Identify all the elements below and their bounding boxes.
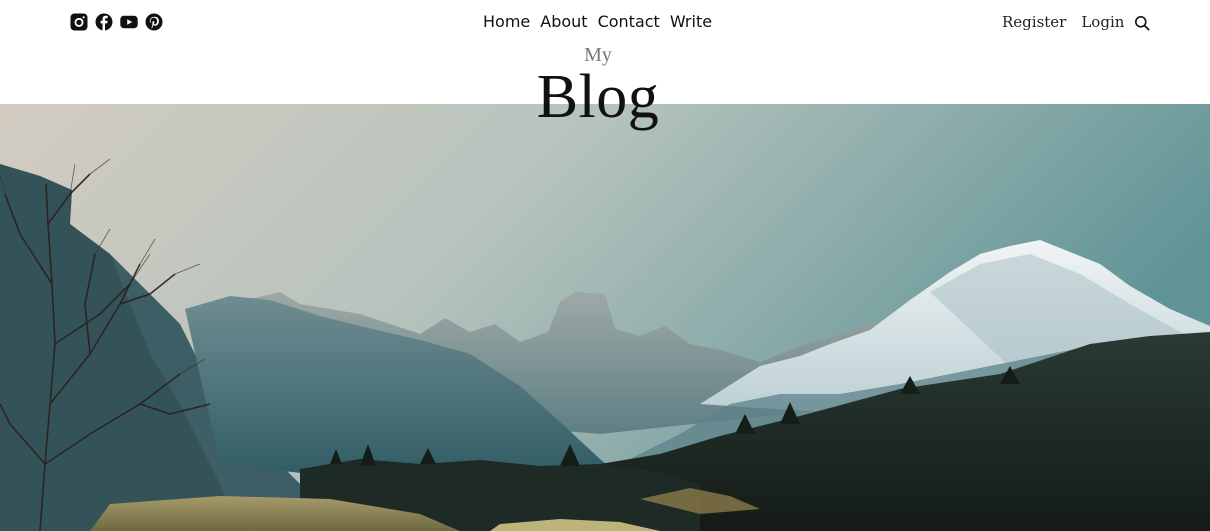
nav-write-link[interactable]: Write — [670, 12, 712, 32]
mountain-landscape-image — [0, 104, 1210, 531]
search-icon[interactable] — [1134, 15, 1150, 31]
instagram-icon[interactable] — [70, 13, 88, 31]
social-links — [70, 13, 163, 31]
nav-contact-link[interactable]: Contact — [598, 12, 660, 32]
youtube-icon[interactable] — [120, 13, 138, 31]
site-title-subtitle: My — [584, 44, 612, 66]
nav-about-link[interactable]: About — [540, 12, 587, 32]
main-nav: Home About Contact Write — [483, 12, 712, 32]
hero-image — [0, 104, 1210, 531]
register-link[interactable]: Register — [1002, 13, 1066, 31]
auth-links: Register Login — [1002, 13, 1124, 31]
nav-home-link[interactable]: Home — [483, 12, 530, 32]
login-link[interactable]: Login — [1081, 13, 1124, 31]
facebook-icon[interactable] — [95, 13, 113, 31]
top-bar: Home About Contact Write Register Login — [0, 0, 1210, 44]
pinterest-icon[interactable] — [145, 13, 163, 31]
